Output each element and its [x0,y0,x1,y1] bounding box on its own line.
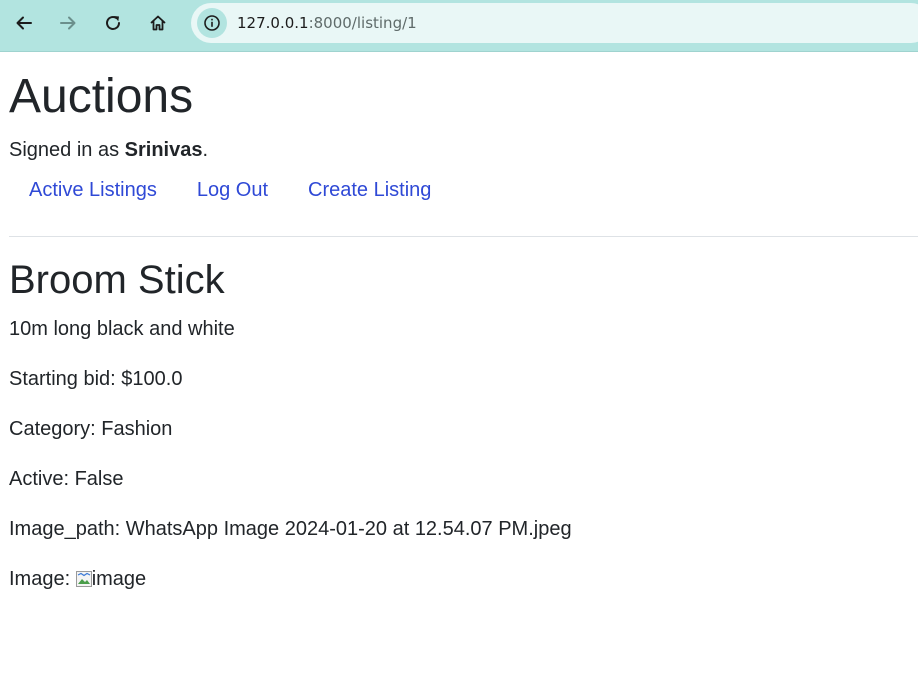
image-label: Image: [9,568,76,590]
nav-link-active-listings[interactable]: Active Listings [29,178,157,202]
category: Category: Fashion [9,417,172,441]
listing-title: Broom Stick [9,258,225,302]
forward-button[interactable] [53,8,83,38]
signed-in-status: Signed in as Srinivas. [9,138,208,162]
active-status: Active: False [9,467,123,491]
site-info-button[interactable] [197,8,227,38]
listing-image: image [75,567,147,591]
active-value: False [74,468,124,490]
username: Srinivas [124,139,203,161]
site-title: Auctions [9,70,194,123]
category-value: Fashion [101,418,173,440]
url-host: 127.0.0.1 [237,14,309,32]
category-label: Category: [9,418,102,440]
url-text: 127.0.0.1:8000/listing/1 [237,14,417,32]
address-bar[interactable]: 127.0.0.1:8000/listing/1 [191,3,918,43]
home-icon [150,15,166,31]
main-nav: Active Listings Log Out Create Listing [29,178,431,202]
image-path-value: WhatsApp Image 2024-01-20 at 12.54.07 PM… [125,518,572,540]
info-icon [204,15,220,31]
reload-icon [106,15,120,30]
listing-description: 10m long black and white [9,318,235,340]
header-divider [9,236,918,237]
reload-button[interactable] [98,8,128,38]
url-path: :8000/listing/1 [308,14,417,32]
home-button[interactable] [143,8,173,38]
arrow-right-icon [60,16,76,30]
active-label: Active: [9,468,75,490]
browser-toolbar: 127.0.0.1:8000/listing/1 [0,0,918,52]
broken-image-icon [75,571,92,587]
nav-link-log-out[interactable]: Log Out [197,178,268,202]
arrow-left-icon [16,16,32,30]
signed-in-suffix: . [202,139,209,161]
signed-in-prefix: Signed in as [9,139,125,161]
starting-bid-label: Starting bid: [9,368,122,390]
nav-link-create-listing[interactable]: Create Listing [308,178,431,202]
starting-bid-value: $100.0 [121,368,183,390]
image-path: Image_path: WhatsApp Image 2024-01-20 at… [9,517,572,541]
listing-image-row: Image: image [9,567,146,591]
back-button[interactable] [9,8,39,38]
starting-bid: Starting bid: $100.0 [9,367,182,391]
image-path-label: Image_path: [9,518,126,540]
image-alt-text: image [91,568,147,590]
